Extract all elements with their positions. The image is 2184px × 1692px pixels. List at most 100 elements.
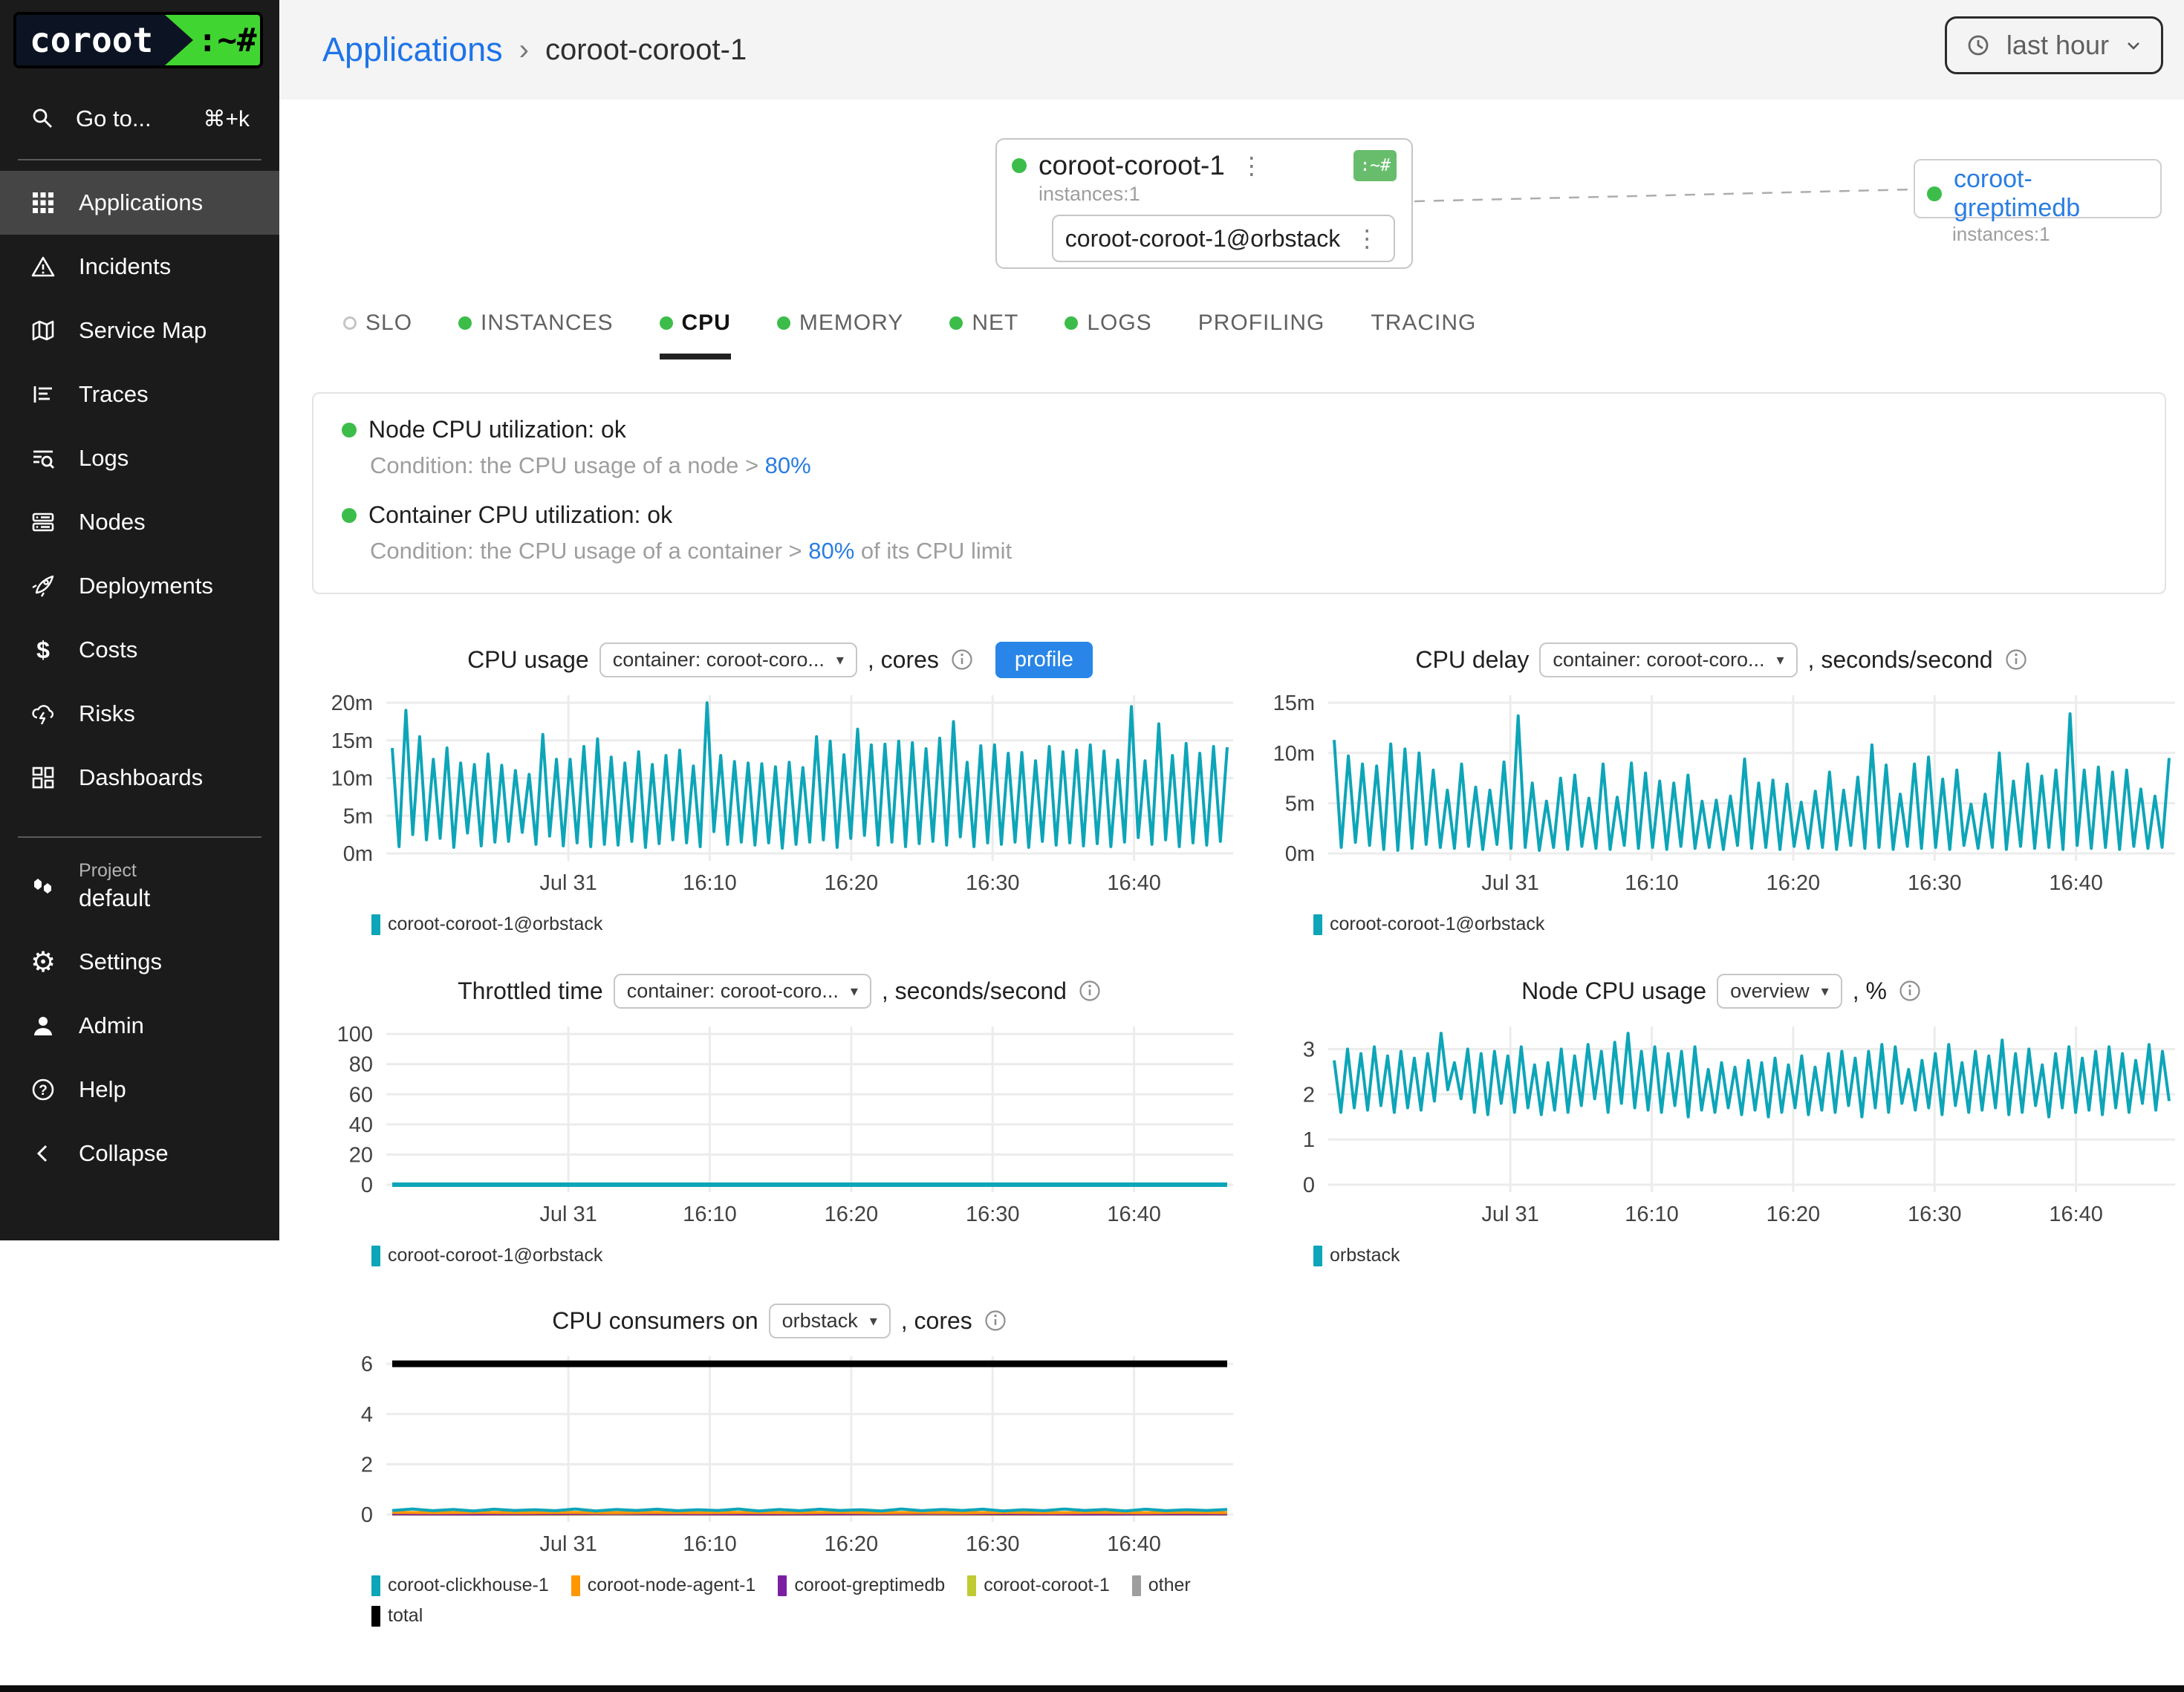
peer-app-link[interactable]: coroot-greptimedb (1954, 165, 2148, 223)
info-icon[interactable] (2003, 647, 2029, 672)
person-icon (30, 1012, 56, 1039)
svg-text:16:20: 16:20 (1767, 871, 1821, 895)
page-header: Applications › coroot-coroot-1 last hour (279, 0, 2184, 100)
profile-button[interactable]: profile (995, 642, 1093, 678)
svg-text:16:20: 16:20 (1767, 1203, 1821, 1226)
node-selector[interactable]: orbstack▾ (769, 1304, 891, 1338)
svg-text:15m: 15m (331, 729, 373, 753)
info-icon[interactable] (1077, 978, 1102, 1003)
sidebar-item-traces[interactable]: Traces (0, 362, 279, 426)
sidebar-item-nodes[interactable]: Nodes (0, 490, 279, 554)
chart-legend: coroot-coroot-1@orbstack (1313, 914, 2168, 935)
sidebar-item-dashboards[interactable]: Dashboards (0, 746, 279, 810)
sidebar-item-label: Incidents (79, 253, 171, 280)
tab-tracing[interactable]: TRACING (1371, 310, 1476, 359)
chart-unit: , % (1853, 977, 1887, 1005)
sidebar-item-logs[interactable]: Logs (0, 426, 279, 490)
app-card-coroot-greptimedb: coroot-greptimedb instances:1 (1914, 159, 2162, 218)
search-icon (30, 105, 56, 132)
svg-text:Jul 31: Jul 31 (539, 1532, 597, 1556)
selector-value: overview (1730, 980, 1810, 1003)
kebab-menu-icon[interactable]: ⋮ (1352, 224, 1382, 253)
warning-icon (30, 253, 56, 280)
info-icon[interactable] (983, 1308, 1008, 1333)
sidebar-item-costs[interactable]: $ Costs (0, 618, 279, 682)
sidebar-item-label: Traces (79, 381, 149, 408)
sidebar-item-label: Dashboards (79, 764, 203, 791)
sidebar-item-incidents[interactable]: Incidents (0, 235, 279, 299)
container-selector[interactable]: container: coroot-coro...▾ (614, 974, 871, 1009)
tab-cpu[interactable]: CPU (660, 310, 731, 359)
legend-item[interactable]: coroot-node-agent-1 (571, 1575, 756, 1596)
tab-status-dot (1065, 316, 1078, 330)
legend-item[interactable]: orbstack (1313, 1245, 1400, 1266)
series-color-swatch (371, 914, 380, 935)
chart-legend: orbstack (1313, 1245, 2168, 1266)
tab-profiling[interactable]: PROFILING (1198, 310, 1325, 359)
legend-item[interactable]: coroot-coroot-1 (967, 1575, 1110, 1596)
chart-title: CPU delay (1415, 646, 1529, 674)
info-icon[interactable] (949, 647, 975, 672)
dropdown-arrow-icon: ▾ (1821, 982, 1829, 1000)
instance-item[interactable]: coroot-coroot-1@orbstack ⋮ (1052, 215, 1395, 262)
sidebar-item-service-map[interactable]: Service Map (0, 299, 279, 362)
condition-suffix: of its CPU limit (854, 538, 1012, 564)
svg-text:16:20: 16:20 (825, 871, 879, 895)
container-selector[interactable]: container: coroot-coro...▾ (1539, 642, 1797, 677)
legend-item[interactable]: total (371, 1605, 423, 1627)
project-selector[interactable]: Project default (0, 838, 279, 930)
cpu-checks-panel: Node CPU utilization: ok Condition: the … (312, 392, 2166, 594)
tab-net[interactable]: NET (949, 310, 1018, 359)
view-selector[interactable]: overview ▾ (1717, 974, 1842, 1009)
threshold-link[interactable]: 80% (808, 538, 854, 564)
svg-text:16:40: 16:40 (2049, 1203, 2103, 1226)
legend-item[interactable]: coroot-greptimedb (778, 1575, 945, 1596)
legend-item[interactable]: other (1132, 1575, 1191, 1596)
sidebar-item-deployments[interactable]: Deployments (0, 554, 279, 618)
threshold-link[interactable]: 80% (765, 452, 811, 478)
svg-text:16:10: 16:10 (1625, 871, 1679, 895)
breadcrumb-separator: › (519, 33, 529, 67)
hexagons-icon (30, 873, 56, 899)
legend-item[interactable]: coroot-coroot-1@orbstack (1313, 914, 1544, 935)
kebab-menu-icon[interactable]: ⋮ (1237, 152, 1267, 180)
time-range-picker[interactable]: last hour (1945, 16, 2163, 74)
legend-label: other (1148, 1575, 1191, 1596)
time-range-value: last hour (2006, 30, 2109, 61)
tab-label: INSTANCES (481, 310, 613, 336)
sidebar-item-label: Applications (79, 189, 203, 216)
sidebar-item-risks[interactable]: Risks (0, 682, 279, 746)
condition-text: Condition: the CPU usage of a node > (370, 452, 765, 478)
legend-label: coroot-coroot-1@orbstack (1330, 914, 1544, 935)
tab-label: TRACING (1371, 310, 1476, 336)
breadcrumb-applications-link[interactable]: Applications (322, 30, 503, 69)
legend-item[interactable]: coroot-coroot-1@orbstack (371, 914, 602, 935)
svg-text:16:30: 16:30 (1908, 871, 1962, 895)
goto-search[interactable]: Go to... ⌘+k (0, 105, 279, 132)
legend-item[interactable]: coroot-coroot-1@orbstack (371, 1245, 602, 1266)
status-dot (1927, 186, 1942, 201)
tab-slo[interactable]: SLO (343, 310, 412, 359)
dependency-link (1413, 178, 1915, 208)
logs-search-icon (30, 445, 56, 472)
sidebar-item-label: Settings (79, 949, 162, 975)
svg-text:80: 80 (349, 1053, 373, 1077)
cpu-delay-plot: 0m5m10m15mJul 3116:1016:2016:3016:40 (1254, 686, 2183, 902)
sidebar-item-applications[interactable]: Applications (0, 171, 279, 235)
legend-label: coroot-node-agent-1 (588, 1575, 756, 1596)
tab-status-dot (777, 316, 790, 330)
goto-label: Go to... (76, 105, 183, 132)
tab-memory[interactable]: MEMORY (777, 310, 903, 359)
container-selector[interactable]: container: coroot-coro...▾ (599, 642, 857, 677)
legend-item[interactable]: coroot-clickhouse-1 (371, 1575, 549, 1596)
sidebar-collapse[interactable]: Collapse (0, 1122, 279, 1185)
sidebar-item-help[interactable]: ? Help (0, 1058, 279, 1122)
legend-label: coroot-coroot-1@orbstack (388, 914, 602, 935)
sidebar-item-admin[interactable]: Admin (0, 994, 279, 1058)
tab-instances[interactable]: INSTANCES (458, 310, 613, 359)
tab-logs[interactable]: LOGS (1065, 310, 1151, 359)
coroot-logo[interactable]: coroot :~# (13, 12, 263, 68)
sidebar-item-settings[interactable]: ⚙ Settings (0, 930, 279, 994)
info-icon[interactable] (1897, 978, 1923, 1003)
check-condition: Condition: the CPU usage of a node > 80% (370, 452, 2136, 479)
